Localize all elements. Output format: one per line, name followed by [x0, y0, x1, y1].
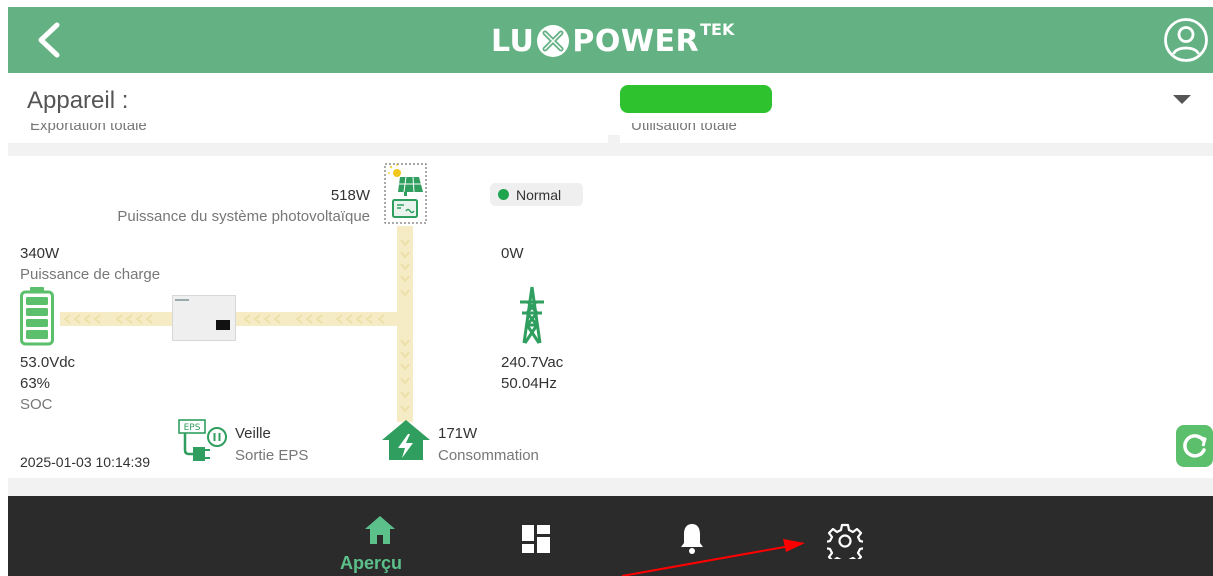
status-badge: Normal	[490, 183, 583, 206]
home-icon[interactable]	[362, 514, 398, 546]
pv-power-value: 518W	[330, 187, 370, 204]
soc-label: SOC	[20, 396, 53, 413]
grid-power-value: 0W	[501, 245, 524, 262]
battery-soc-value: 63%	[20, 375, 51, 392]
status-text: Normal	[516, 186, 562, 203]
battery-icon	[20, 287, 54, 346]
battery-power-label: Puissance de charge	[20, 266, 161, 283]
eps-icon-text: EPS	[184, 423, 201, 433]
power-tower-icon	[520, 286, 544, 344]
nav-overview-label[interactable]: Aperçu	[340, 553, 402, 574]
grid-voltage-value: 240.7Vac	[501, 354, 564, 371]
eps-output-label: Sortie EPS	[235, 447, 309, 464]
consumption-label: Consommation	[438, 447, 539, 464]
eps-plug-icon: EPS	[178, 419, 227, 461]
bottom-divider	[8, 478, 1213, 496]
pv-power-label: Puissance du système photovoltaïque	[117, 208, 370, 225]
consumption-power-value: 171W	[438, 425, 478, 442]
inverter-device-icon	[172, 295, 236, 341]
grid-frequency-value: 50.04Hz	[501, 375, 557, 392]
gear-icon[interactable]	[827, 523, 863, 559]
last-update-timestamp: 2025-01-03 10:14:39	[20, 454, 150, 470]
solar-inverter-icon	[384, 163, 427, 224]
bottom-navigation	[8, 496, 1213, 576]
dashboard-icon[interactable]	[522, 525, 550, 553]
eps-state-value: Veille	[235, 425, 271, 442]
bell-icon[interactable]	[679, 521, 705, 555]
house-consumption-icon	[382, 420, 430, 460]
battery-power-value: 340W	[20, 245, 60, 262]
status-dot	[498, 189, 509, 200]
refresh-icon[interactable]	[1176, 425, 1213, 467]
battery-voltage-value: 53.0Vdc	[20, 354, 76, 371]
